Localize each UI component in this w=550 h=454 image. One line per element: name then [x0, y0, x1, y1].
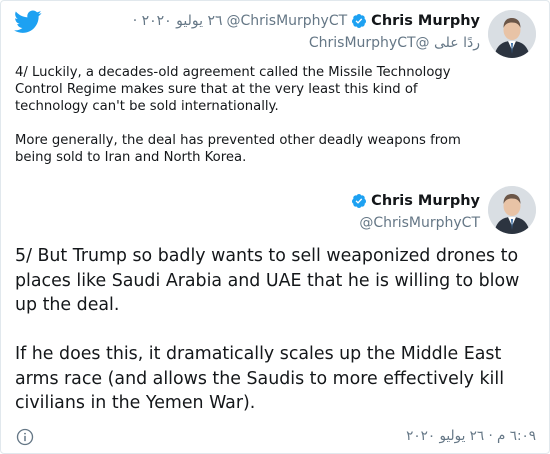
verified-badge-icon — [352, 14, 367, 28]
avatar[interactable] — [488, 186, 536, 234]
author-handle[interactable]: @ChrisMurphyCT — [351, 213, 480, 233]
tweet-timestamp[interactable]: ٦:٠٩ م · ٢٦ يوليو ٢٠٢٠ — [406, 428, 536, 444]
tweet-paragraph: 4/ Luckily, a decades-old agreement call… — [15, 65, 451, 114]
tweet-paragraph: If he does this, it dramatically scales … — [15, 344, 505, 413]
avatar[interactable] — [488, 10, 536, 58]
reply-to-label[interactable]: ردًا على @ChrisMurphyCT — [133, 33, 480, 53]
author-name[interactable]: Chris Murphy — [371, 190, 480, 212]
main-tweet-text: 5/ But Trump so badly wants to sell weap… — [15, 244, 535, 440]
quoted-tweet-author: Chris Murphy @ChrisMurphyCT ٢٦ يوليو ٢٠٢… — [133, 10, 480, 53]
info-icon[interactable] — [16, 428, 34, 446]
main-tweet-author: Chris Murphy @ChrisMurphyCT — [351, 190, 480, 233]
tweet-paragraph: More generally, the deal has prevented o… — [15, 133, 461, 165]
tweet-date[interactable]: ٢٦ يوليو ٢٠٢٠ · — [133, 10, 223, 32]
main-tweet-header: Chris Murphy @ChrisMurphyCT — [351, 186, 536, 234]
verified-badge-icon — [352, 194, 367, 208]
author-name[interactable]: Chris Murphy — [371, 10, 480, 32]
avatar-image — [488, 186, 536, 234]
quoted-tweet-header: Chris Murphy @ChrisMurphyCT ٢٦ يوليو ٢٠٢… — [133, 10, 536, 58]
twitter-bird-icon[interactable] — [14, 10, 42, 34]
avatar-image — [488, 10, 536, 58]
quoted-tweet-text: 4/ Luckily, a decades-old agreement call… — [15, 64, 485, 183]
author-handle[interactable]: @ChrisMurphyCT — [227, 10, 348, 32]
tweet-paragraph: 5/ But Trump so badly wants to sell weap… — [15, 246, 520, 315]
